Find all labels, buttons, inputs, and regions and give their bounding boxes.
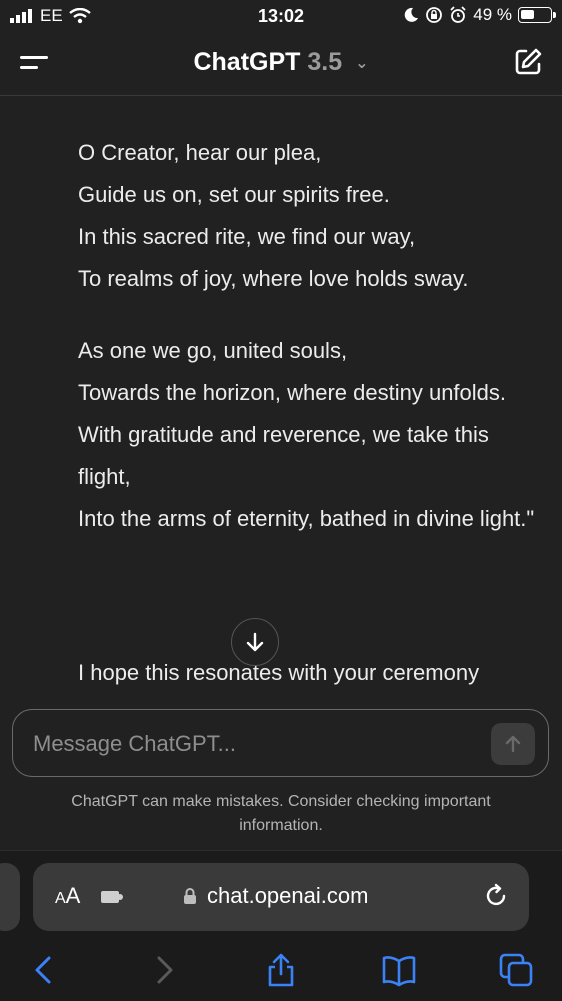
- model-version: 3.5: [307, 48, 343, 76]
- model-selector[interactable]: ChatGPT 3.5 ⌄: [0, 48, 562, 77]
- poem-stanza-2: As one we go, united souls, Towards the …: [78, 330, 538, 540]
- arrow-up-icon: [505, 735, 521, 753]
- alarm-icon: [450, 6, 466, 23]
- rotation-lock-icon: [426, 7, 443, 23]
- message-composer: [12, 709, 549, 777]
- address-bar[interactable]: AA chat.openai.com: [33, 863, 529, 931]
- arrow-down-icon: [246, 632, 264, 652]
- lock-icon: [184, 888, 196, 904]
- app-title: ChatGPT: [193, 48, 301, 76]
- poem-line: With gratitude and reverence, we take th…: [78, 422, 489, 489]
- status-bar: EE 13:02 49 %: [0, 0, 562, 34]
- poem-line: Towards the horizon, where destiny unfol…: [78, 380, 507, 405]
- new-chat-icon[interactable]: [512, 46, 544, 78]
- scroll-down-button[interactable]: [231, 618, 279, 666]
- reload-icon[interactable]: [483, 883, 509, 909]
- closing-text: I hope this resonates with your ceremony: [78, 660, 480, 685]
- poem-line: Guide us on, set our spirits free.: [78, 182, 390, 207]
- forward-icon[interactable]: [146, 952, 182, 988]
- poem-line: To realms of joy, where love holds sway.: [78, 266, 469, 291]
- poem-stanza-1: O Creator, hear our plea, Guide us on, s…: [78, 132, 538, 300]
- battery-fill: [521, 10, 535, 19]
- browser-chrome: AA chat.openai.com: [0, 850, 562, 1001]
- poem-line: In this sacred rite, we find our way,: [78, 224, 416, 249]
- back-icon[interactable]: [26, 952, 62, 988]
- tabs-icon[interactable]: [498, 952, 534, 988]
- battery-percent: 49 %: [473, 5, 512, 24]
- status-right-group: 49 %: [403, 5, 556, 25]
- poem-line: Into the arms of eternity, bathed in div…: [78, 506, 535, 531]
- send-button[interactable]: [491, 723, 535, 765]
- browser-toolbar: [0, 946, 562, 996]
- bookmarks-icon[interactable]: [381, 952, 417, 988]
- message-input[interactable]: [31, 724, 475, 764]
- chat-header: ChatGPT 3.5 ⌄: [0, 34, 562, 96]
- assistant-message: O Creator, hear our plea, Guide us on, s…: [78, 132, 538, 570]
- poem-line: O Creator, hear our plea,: [78, 140, 322, 165]
- chevron-down-icon: ⌄: [355, 55, 369, 73]
- share-icon[interactable]: [263, 952, 299, 988]
- disclaimer-text: ChatGPT can make mistakes. Consider chec…: [71, 793, 491, 834]
- extension-icon[interactable]: [101, 889, 123, 905]
- poem-line: As one we go, united souls,: [78, 338, 348, 363]
- aa-large: A: [65, 883, 81, 908]
- url-display[interactable]: chat.openai.com: [183, 883, 368, 909]
- aa-small: A: [55, 890, 66, 907]
- url-text: chat.openai.com: [207, 883, 369, 908]
- battery-icon: [518, 7, 556, 23]
- page-settings-button[interactable]: AA: [55, 883, 80, 909]
- previous-tab-peek[interactable]: [0, 863, 20, 931]
- moon-icon: [404, 7, 419, 22]
